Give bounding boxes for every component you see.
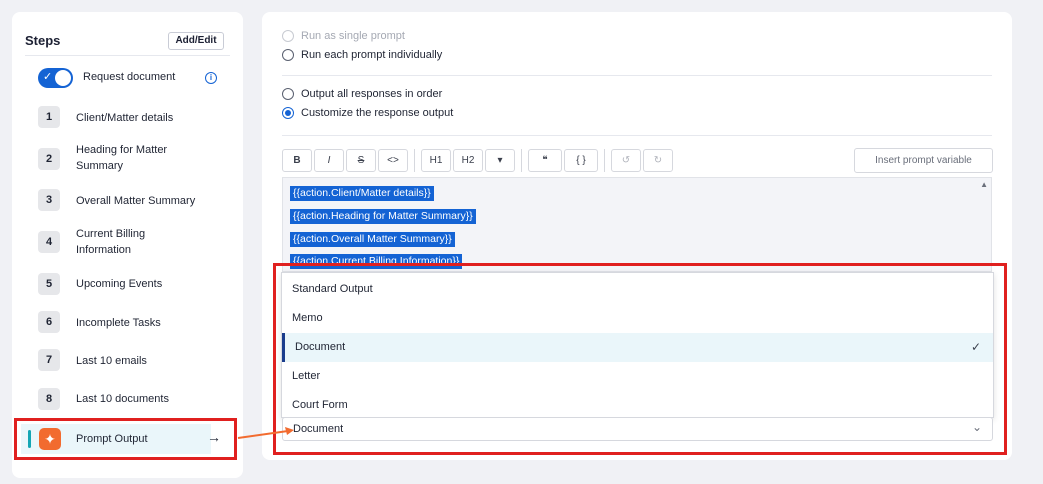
output-type-select[interactable]: Document ⌄ bbox=[282, 417, 993, 441]
output-all-label: Output all responses in order bbox=[301, 88, 443, 100]
option-label: Document bbox=[295, 341, 346, 353]
step-number: 7 bbox=[38, 349, 60, 371]
code-block-button[interactable]: { } bbox=[564, 149, 598, 172]
step-label: Heading for Matter Summary bbox=[76, 144, 168, 172]
step-label: Current Billing Information bbox=[76, 228, 146, 256]
step-number: 5 bbox=[38, 273, 60, 295]
dropdown-option-letter[interactable]: Letter bbox=[282, 362, 993, 391]
toolbar-separator bbox=[521, 149, 522, 172]
radio-button-selected[interactable] bbox=[282, 107, 294, 119]
prompt-output-label: Prompt Output bbox=[76, 433, 148, 445]
step-label: Upcoming Events bbox=[76, 278, 163, 290]
toolbar-separator bbox=[414, 149, 415, 172]
arrow-right-icon: → bbox=[207, 429, 221, 445]
steps-panel: Steps Add/Edit ✓ Request document i 1 Cl… bbox=[12, 12, 243, 478]
active-indicator bbox=[28, 430, 31, 448]
more-headings-button[interactable]: ▾ bbox=[485, 149, 515, 172]
info-icon[interactable]: i bbox=[205, 72, 217, 84]
add-edit-button[interactable]: Add/Edit bbox=[168, 32, 224, 50]
italic-button[interactable]: I bbox=[314, 149, 344, 172]
dropdown-option-document[interactable]: Document ✓ bbox=[282, 333, 993, 362]
step-number: 6 bbox=[38, 311, 60, 333]
step-number: 1 bbox=[38, 106, 60, 128]
step-number: 8 bbox=[38, 388, 60, 410]
variable-chip: {{action.Heading for Matter Summary}} bbox=[290, 209, 476, 224]
dropdown-option-court-form[interactable]: Court Form bbox=[282, 391, 993, 420]
scroll-up-icon[interactable]: ▲ bbox=[980, 180, 988, 189]
dropdown-option-standard-output[interactable]: Standard Output bbox=[282, 275, 993, 304]
divider bbox=[282, 135, 992, 136]
request-document-toggle[interactable]: ✓ bbox=[38, 68, 73, 88]
run-single-option[interactable]: Run as single prompt bbox=[282, 30, 405, 42]
heading-1-button[interactable]: H1 bbox=[421, 149, 451, 172]
heading-2-button[interactable]: H2 bbox=[453, 149, 483, 172]
variable-chip: {{action.Overall Matter Summary}} bbox=[290, 232, 455, 247]
sidebar-item-prompt-output[interactable]: ✦ Prompt Output → bbox=[21, 424, 221, 454]
editor-toolbar: B I S <> H1 H2 ▾ ❝ { } ↺ ↻ bbox=[282, 149, 673, 172]
toggle-knob bbox=[55, 70, 71, 86]
step-label: Incomplete Tasks bbox=[76, 317, 161, 329]
run-each-label: Run each prompt individually bbox=[301, 49, 443, 61]
code-button[interactable]: <> bbox=[378, 149, 408, 172]
prompt-output-highlight: ✦ Prompt Output → bbox=[14, 418, 237, 460]
request-document-label: Request document bbox=[83, 71, 176, 83]
step-label: Last 10 emails bbox=[76, 355, 147, 367]
prompt-editor[interactable]: {{action.Client/Matter details}} {{actio… bbox=[282, 177, 992, 272]
variable-chip: {{action.Client/Matter details}} bbox=[290, 186, 434, 201]
step-label: Last 10 documents bbox=[76, 393, 169, 405]
insert-prompt-variable-button[interactable]: Insert prompt variable bbox=[854, 148, 993, 173]
redo-button[interactable]: ↻ bbox=[643, 149, 673, 172]
output-all-option[interactable]: Output all responses in order bbox=[282, 88, 442, 100]
radio-button[interactable] bbox=[282, 49, 294, 61]
variable-chip: {{action.Current Billing Information}} bbox=[290, 254, 463, 269]
bold-button[interactable]: B bbox=[282, 149, 312, 172]
dropdown-option-memo[interactable]: Memo bbox=[282, 304, 993, 333]
radio-button[interactable] bbox=[282, 88, 294, 100]
toolbar-separator bbox=[604, 149, 605, 172]
step-label: Client/Matter details bbox=[76, 112, 174, 124]
selected-value: Document bbox=[293, 423, 344, 435]
run-each-option[interactable]: Run each prompt individually bbox=[282, 49, 442, 61]
step-number: 4 bbox=[38, 231, 60, 253]
step-label: Overall Matter Summary bbox=[76, 195, 196, 207]
output-type-dropdown-menu: Standard Output Memo Document ✓ Letter C… bbox=[281, 272, 994, 418]
steps-title: Steps bbox=[25, 33, 61, 48]
check-icon: ✓ bbox=[43, 71, 53, 83]
radio-button[interactable] bbox=[282, 30, 294, 42]
quote-button[interactable]: ❝ bbox=[528, 149, 562, 172]
strikethrough-button[interactable]: S bbox=[346, 149, 376, 172]
customize-option[interactable]: Customize the response output bbox=[282, 107, 453, 119]
run-single-label: Run as single prompt bbox=[301, 30, 405, 42]
sparkle-icon: ✦ bbox=[39, 428, 61, 450]
chevron-down-icon: ⌄ bbox=[971, 420, 982, 434]
customize-label: Customize the response output bbox=[301, 107, 454, 119]
step-number: 2 bbox=[38, 148, 60, 170]
prompt-output-panel: Run as single prompt Run each prompt ind… bbox=[262, 12, 1012, 460]
step-number: 3 bbox=[38, 189, 60, 211]
check-icon: ✓ bbox=[970, 340, 981, 354]
undo-button[interactable]: ↺ bbox=[611, 149, 641, 172]
divider bbox=[282, 75, 992, 76]
